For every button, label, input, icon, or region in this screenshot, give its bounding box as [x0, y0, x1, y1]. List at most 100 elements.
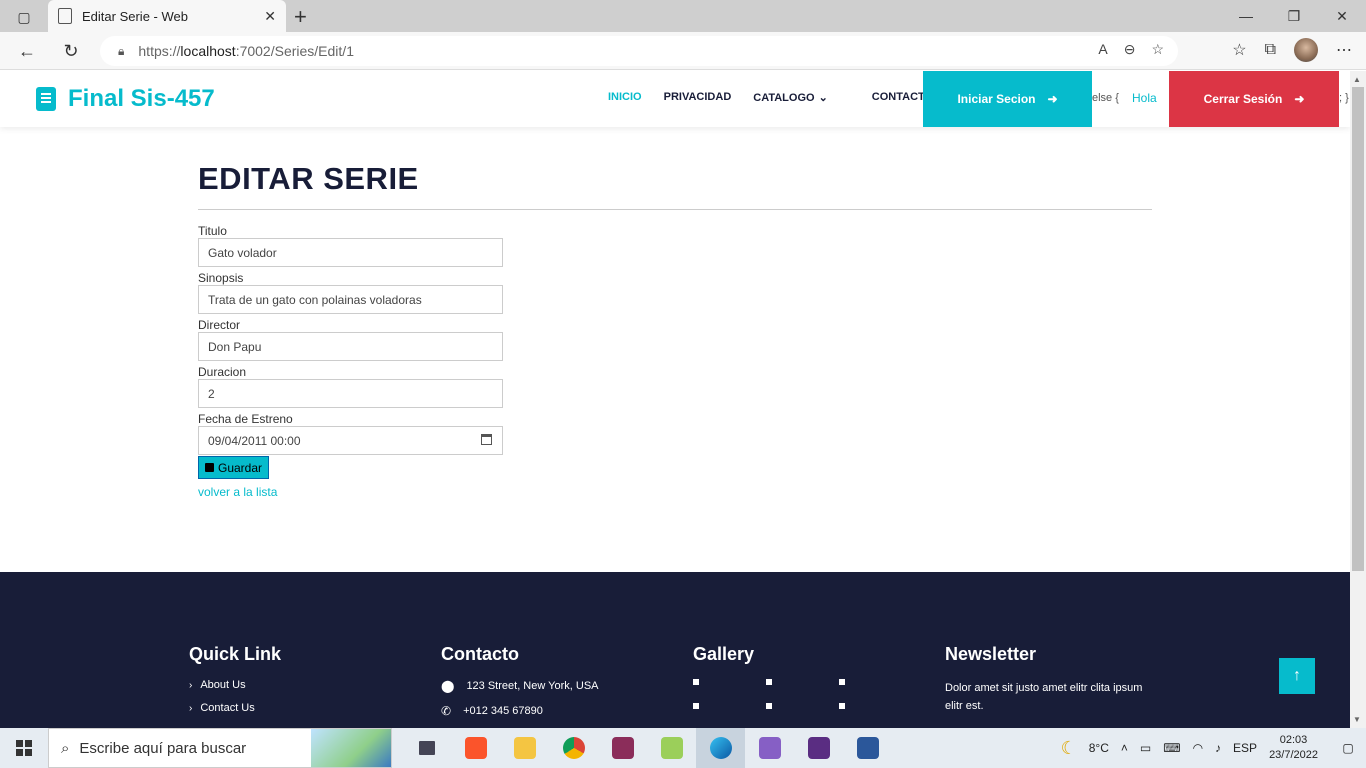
page-scrollbar[interactable]: ▲ ▼ — [1350, 71, 1366, 728]
footer-contact: Contacto ⬤ 123 Street, New York, USA ✆ +01… — [441, 644, 599, 728]
greeting-link[interactable]: Hola — [1132, 91, 1157, 105]
browser-toolbar: ← ↻ 🔒︎ https://localhost:7002/Series/Edi… — [0, 32, 1366, 70]
footer-address: ⬤ 123 Street, New York, USA — [441, 679, 599, 693]
visual-studio-icon[interactable] — [745, 728, 794, 768]
taskbar-search[interactable]: ⌕ Escribe aquí para buscar — [48, 728, 392, 768]
notepad-plus-icon[interactable] — [647, 728, 696, 768]
arrow-right-icon: ➜ — [1294, 92, 1305, 106]
logout-button[interactable]: Cerrar Sesión ➜ — [1169, 71, 1339, 127]
logout-button-label: Cerrar Sesión — [1203, 92, 1283, 106]
chrome-icon[interactable] — [549, 728, 598, 768]
save-button[interactable]: Guardar — [198, 456, 270, 479]
tray-chevron-icon[interactable]: ˄ — [1121, 741, 1128, 755]
footer-phone: ✆ +012 345 67890 — [441, 704, 599, 718]
favorites-icon[interactable]: ☆ — [1232, 40, 1246, 60]
notifications-icon[interactable]: ▢ — [1330, 728, 1366, 768]
start-button[interactable] — [0, 728, 48, 768]
new-tab-icon[interactable]: + — [294, 4, 307, 30]
minimize-icon[interactable]: — — [1222, 0, 1270, 32]
window-controls: — ❐ ✕ — [1222, 0, 1366, 32]
book-icon — [36, 87, 56, 111]
windows-taskbar: ⌕ Escribe aquí para buscar ☾ 8°C ˄ ▭ ⌨ ◠… — [0, 728, 1366, 768]
scroll-up-icon[interactable]: ▲ — [1353, 75, 1361, 84]
director-label: Director — [198, 318, 241, 332]
gallery-image[interactable] — [839, 703, 845, 709]
system-tray: ☾ 8°C ˄ ▭ ⌨ ◠ ♪ ESP 02:03 23/7/2022 ▢ — [1061, 728, 1366, 768]
close-window-icon[interactable]: ✕ — [1318, 0, 1366, 32]
ime-icon[interactable]: ⌨ — [1163, 741, 1180, 755]
profile-avatar[interactable] — [1294, 38, 1318, 62]
meet-now-icon[interactable]: ▭ — [1140, 741, 1151, 755]
map-marker-icon: ⬤ — [441, 679, 455, 693]
footer-quick-links: Quick Link › About Us › Contact Us — [189, 644, 281, 725]
footer-link-about[interactable]: › About Us — [189, 679, 281, 691]
tab-actions-icon[interactable]: ▢ — [8, 6, 40, 28]
task-view-icon[interactable] — [402, 728, 451, 768]
gallery-title: Gallery — [693, 644, 755, 664]
clock-date: 23/7/2022 — [1269, 749, 1318, 761]
zoom-icon[interactable]: ⊖ — [1124, 41, 1136, 58]
fecha-estreno-label: Fecha de Estreno — [198, 412, 293, 426]
wifi-icon[interactable]: ◠ — [1193, 741, 1203, 755]
scroll-down-icon[interactable]: ▼ — [1353, 715, 1361, 724]
browser-tab[interactable]: Editar Serie - Web ✕ — [48, 0, 286, 32]
brave-browser-icon[interactable] — [451, 728, 500, 768]
brand-logo[interactable]: Final Sis-457 — [36, 85, 215, 113]
gallery-image[interactable] — [693, 679, 699, 685]
newsletter-title: Newsletter — [945, 644, 1037, 664]
newsletter-text: Dolor amet sit justo amet elitr clita ip… — [945, 682, 1143, 712]
word-icon[interactable] — [843, 728, 892, 768]
read-aloud-icon[interactable]: A — [1098, 41, 1107, 58]
floppy-disk-icon — [205, 463, 214, 472]
nav-inicio[interactable]: INICIO — [608, 91, 642, 104]
edge-browser-icon[interactable] — [696, 728, 745, 768]
gallery-image[interactable] — [693, 703, 699, 709]
moon-weather-icon[interactable]: ☾ — [1061, 738, 1077, 759]
scrollbar-thumb[interactable] — [1352, 87, 1364, 571]
restore-icon[interactable]: ❐ — [1270, 0, 1318, 32]
chevron-right-icon: › — [189, 679, 193, 691]
arrow-right-icon: ➜ — [1047, 92, 1058, 106]
add-favorite-icon[interactable]: ☆ — [1151, 41, 1164, 58]
back-icon[interactable]: ← — [14, 39, 40, 63]
duracion-input[interactable]: 2 — [198, 379, 503, 408]
lock-icon[interactable]: 🔒︎ — [118, 44, 124, 59]
address-bar[interactable]: 🔒︎ https://localhost:7002/Series/Edit/1 … — [100, 36, 1178, 66]
language-indicator[interactable]: ESP — [1233, 741, 1257, 755]
nav-catalogo[interactable]: CATALOGO ⌄ — [753, 91, 850, 104]
director-input[interactable]: Don Papu — [198, 332, 503, 361]
nav-privacidad[interactable]: PRIVACIDAD — [664, 91, 732, 104]
main-content: EDITAR SERIE Titulo Gato volador Sinopsi… — [198, 161, 1152, 499]
more-options-icon[interactable]: ⋯ — [1336, 40, 1352, 60]
login-button[interactable]: Iniciar Secion ➜ — [923, 71, 1092, 127]
site-footer: Quick Link › About Us › Contact Us Contact… — [0, 572, 1350, 728]
volume-icon[interactable]: ♪ — [1215, 741, 1221, 755]
gallery-image[interactable] — [766, 703, 772, 709]
tab-title: Editar Serie - Web — [82, 8, 188, 24]
fecha-estreno-input[interactable]: 09/04/2011 00:00 — [198, 426, 503, 455]
gallery-image[interactable] — [839, 679, 845, 685]
calendar-icon[interactable] — [481, 434, 492, 445]
titulo-input[interactable]: Gato volador — [198, 238, 503, 267]
gallery-image[interactable] — [766, 679, 772, 685]
close-tab-icon[interactable]: ✕ — [264, 8, 276, 25]
page-favicon-icon — [58, 8, 72, 24]
url-path: :7002/Series/Edit/1 — [235, 43, 354, 59]
razor-else-text: else { — [1092, 92, 1119, 104]
refresh-icon[interactable]: ↻ — [58, 39, 84, 63]
winrar-icon[interactable] — [598, 728, 647, 768]
footer-link-label: Contact Us — [200, 702, 255, 714]
sinopsis-input[interactable]: Trata de un gato con polainas voladoras — [198, 285, 503, 314]
edit-serie-form: Titulo Gato volador Sinopsis Trata de un… — [198, 224, 503, 499]
file-explorer-icon[interactable] — [500, 728, 549, 768]
url-host: localhost — [180, 43, 236, 59]
collections-icon[interactable]: ⧉ — [1265, 41, 1276, 59]
clock-time: 02:03 — [1279, 734, 1308, 746]
back-to-top-button[interactable]: ↑ — [1279, 658, 1315, 694]
temperature[interactable]: 8°C — [1089, 741, 1109, 755]
footer-link-contact[interactable]: › Contact Us — [189, 702, 281, 714]
back-to-list-link[interactable]: volver a la lista — [198, 485, 503, 499]
terminal-icon[interactable] — [794, 728, 843, 768]
clock[interactable]: 02:03 23/7/2022 — [1269, 733, 1318, 763]
site-navbar: Final Sis-457 INICIO PRIVACIDAD CATALOGO… — [0, 71, 1350, 127]
